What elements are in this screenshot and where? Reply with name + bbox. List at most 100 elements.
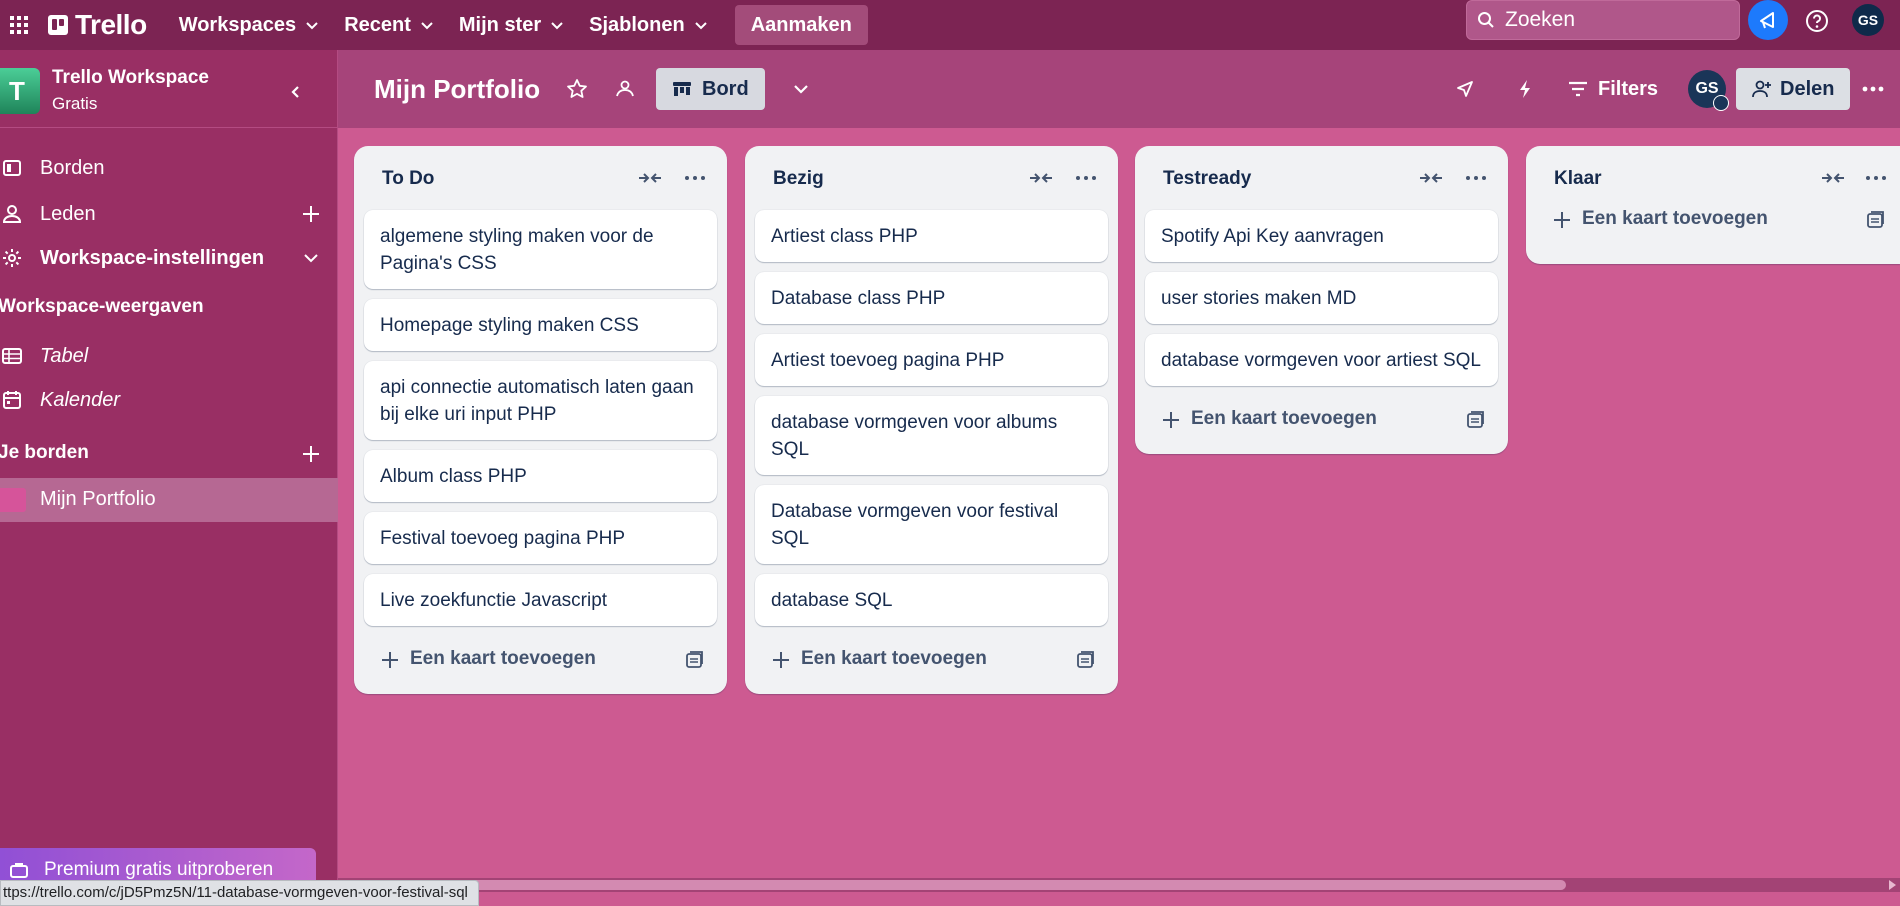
chevron-down-icon — [306, 22, 318, 30]
card[interactable]: Homepage styling maken CSS — [364, 299, 717, 351]
power-ups-button[interactable] — [1448, 72, 1482, 106]
workspaces-menu[interactable]: Workspaces — [167, 6, 332, 44]
add-card-button[interactable]: Een kaart toevoegen — [1135, 386, 1508, 454]
sidebar-board-label: Mijn Portfolio — [40, 488, 156, 510]
sidebar-item-label: Workspace-instellingen — [40, 246, 265, 269]
card[interactable]: Live zoekfunctie Javascript — [364, 574, 717, 626]
card[interactable]: Artiest class PHP — [755, 210, 1108, 262]
recent-menu[interactable]: Recent — [332, 6, 447, 44]
card-template-icon[interactable] — [1866, 210, 1886, 230]
add-card-label: Een kaart toevoegen — [801, 648, 987, 669]
list-header: Klaar — [1526, 146, 1900, 202]
filters-button[interactable]: Filters — [1568, 70, 1658, 108]
help-button[interactable] — [1800, 4, 1834, 38]
recent-menu-label: Recent — [344, 13, 411, 36]
collapse-list-icon[interactable] — [1418, 168, 1444, 188]
sidebar-item-table[interactable]: Tabel — [0, 336, 338, 376]
workspace-views-heading: Workspace-weergaven — [0, 296, 204, 317]
card[interactable]: Database class PHP — [755, 272, 1108, 324]
card[interactable]: Album class PHP — [364, 450, 717, 502]
gear-icon — [3, 249, 21, 267]
board-view-switcher[interactable]: Bord — [656, 68, 765, 110]
card[interactable]: database vormgeven voor artiest SQL — [1145, 334, 1498, 386]
add-card-label: Een kaart toevoegen — [410, 648, 596, 669]
sidebar-item-workspace-settings[interactable]: Workspace-instellingen — [0, 238, 338, 278]
add-card-button[interactable]: Een kaart toevoegen — [1526, 202, 1900, 264]
board-menu-button[interactable] — [1856, 72, 1890, 106]
board-title[interactable]: Mijn Portfolio — [374, 74, 540, 105]
list-title[interactable]: Klaar — [1554, 168, 1602, 190]
card[interactable]: user stories maken MD — [1145, 272, 1498, 324]
card[interactable]: database vormgeven voor albums SQL — [755, 396, 1108, 475]
card[interactable]: algemene styling maken voor de Pagina's … — [364, 210, 717, 289]
chevron-left-icon — [291, 86, 299, 98]
list-title[interactable]: Testready — [1163, 168, 1251, 190]
chevron-down-icon — [695, 22, 707, 30]
card[interactable]: Database vormgeven voor festival SQL — [755, 485, 1108, 564]
star-board-button[interactable] — [560, 72, 594, 106]
create-button[interactable]: Aanmaken — [734, 5, 868, 45]
sidebar-item-calendar[interactable]: Kalender — [0, 380, 338, 420]
list-klaar[interactable]: Klaar Een kaart toevoegen — [1526, 146, 1900, 264]
card-list: Spotify Api Key aanvragen user stories m… — [1135, 210, 1508, 386]
list-menu-icon[interactable] — [1074, 168, 1098, 188]
plus-icon — [1554, 212, 1570, 228]
add-card-button[interactable]: Een kaart toevoegen — [354, 626, 727, 694]
card[interactable]: Festival toevoeg pagina PHP — [364, 512, 717, 564]
list-title[interactable]: Bezig — [773, 168, 824, 190]
search-input[interactable]: Zoeken — [1466, 0, 1740, 40]
filters-label: Filters — [1598, 77, 1659, 100]
collapse-list-icon[interactable] — [637, 168, 663, 188]
scrollbar-thumb[interactable] — [358, 880, 1566, 890]
list-menu-icon[interactable] — [1464, 168, 1488, 188]
list-testready[interactable]: Testready Spotify Api Key aanvragen user… — [1135, 146, 1508, 454]
automation-button[interactable] — [1508, 72, 1542, 106]
sidebar-item-members[interactable]: Leden — [0, 194, 338, 234]
add-board-icon[interactable] — [300, 443, 322, 465]
account-avatar[interactable]: GS — [1852, 4, 1884, 36]
table-icon — [2, 348, 22, 364]
premium-trial-label: Premium gratis uitproberen — [44, 859, 274, 880]
list-title[interactable]: To Do — [382, 168, 434, 190]
your-boards-heading: Je borden — [0, 442, 89, 463]
list-menu-icon[interactable] — [1864, 168, 1888, 188]
trello-logo-icon — [48, 15, 68, 35]
sidebar-board-item[interactable]: Mijn Portfolio — [0, 478, 338, 522]
card[interactable]: api connectie automatisch laten gaan bij… — [364, 361, 717, 440]
logo-text: Trello — [75, 9, 147, 40]
collapse-sidebar-button[interactable] — [278, 74, 314, 110]
horizontal-scrollbar[interactable] — [338, 878, 1900, 892]
templates-menu[interactable]: Sjablonen — [577, 6, 721, 44]
collapse-list-icon[interactable] — [1820, 168, 1846, 188]
card[interactable]: database SQL — [755, 574, 1108, 626]
visibility-button[interactable] — [608, 72, 642, 106]
view-options-button[interactable] — [784, 72, 818, 106]
team-visibility-icon — [616, 80, 634, 97]
card[interactable]: Artiest toevoeg pagina PHP — [755, 334, 1108, 386]
collapse-list-icon[interactable] — [1028, 168, 1054, 188]
card[interactable]: Spotify Api Key aanvragen — [1145, 210, 1498, 262]
workspace-avatar[interactable]: T — [0, 68, 40, 114]
star-icon — [567, 79, 587, 98]
card-template-icon[interactable] — [685, 650, 705, 670]
board-member-avatar[interactable]: GS — [1688, 70, 1729, 111]
sidebar-item-boards[interactable]: Borden — [0, 148, 338, 188]
filter-icon — [1569, 81, 1587, 97]
list-bezig[interactable]: Bezig Artiest class PHP Database class P… — [745, 146, 1118, 694]
scroll-right-arrow-icon[interactable] — [1889, 880, 1896, 890]
list-to-do[interactable]: To Do algemene styling maken voor de Pag… — [354, 146, 727, 694]
list-menu-icon[interactable] — [683, 168, 707, 188]
card-template-icon[interactable] — [1076, 650, 1096, 670]
add-card-button[interactable]: Een kaart toevoegen — [745, 626, 1118, 694]
trello-logo[interactable]: Trello — [48, 9, 147, 41]
help-icon — [1806, 10, 1828, 32]
card-template-icon[interactable] — [1466, 410, 1486, 430]
starred-menu[interactable]: Mijn ster — [447, 6, 577, 44]
share-button[interactable]: Delen — [1736, 68, 1851, 110]
notifications-button[interactable] — [1748, 0, 1788, 40]
chevron-down-icon[interactable] — [300, 247, 322, 269]
briefcase-icon — [10, 863, 28, 878]
app-switcher-icon[interactable] — [4, 6, 34, 44]
workspace-name[interactable]: Trello Workspace — [52, 67, 209, 89]
add-member-icon[interactable] — [300, 203, 322, 225]
